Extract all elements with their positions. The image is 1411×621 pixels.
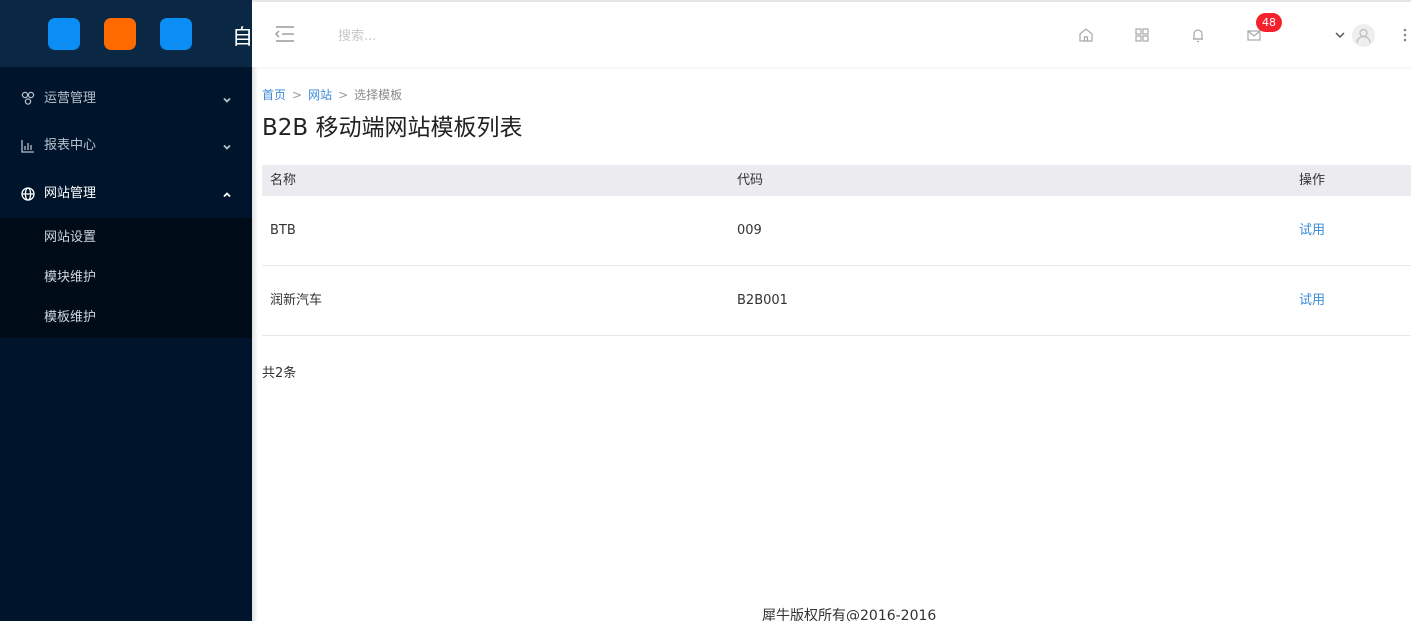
more-vertical-icon[interactable] <box>1402 26 1408 44</box>
sidebar-item-label: 运营管理 <box>44 91 97 106</box>
chevron-down-icon <box>223 97 231 103</box>
submenu-item-label: 网站设置 <box>44 230 97 245</box>
logo-square-blue-2 <box>160 18 192 50</box>
logo-square-orange <box>104 18 136 50</box>
top-header: 48 <box>252 0 1411 67</box>
apps-grid-icon[interactable] <box>1133 26 1151 44</box>
user-icon <box>1356 28 1371 44</box>
breadcrumb-home[interactable]: 首页 <box>262 88 286 102</box>
sidebar-item-reports[interactable]: 报表中心 <box>0 122 252 170</box>
submenu-item-template-maintenance[interactable]: 模板维护 <box>0 298 252 338</box>
trial-link[interactable]: 试用 <box>1299 291 1325 311</box>
total-count: 共2条 <box>262 366 297 381</box>
globe-icon <box>21 187 35 201</box>
column-header-name: 名称 <box>270 173 297 188</box>
cell-name: BTB <box>270 223 296 238</box>
sidebar-shadow <box>252 0 258 621</box>
search-input[interactable] <box>338 24 598 48</box>
footer-copyright: 犀牛版权所有@2016-2016 <box>762 608 937 621</box>
cell-name: 润新汽车 <box>270 293 323 308</box>
sidebar-logo-area: 自 <box>0 0 252 67</box>
nodes-icon <box>21 91 35 105</box>
mail-badge: 48 <box>1256 13 1282 32</box>
sidebar-item-label: 网站管理 <box>44 186 97 201</box>
submenu-item-label: 模板维护 <box>44 310 97 325</box>
sidebar: 自 运营管理 报表中心 网站管理 网站设置 模块维护 模板维护 <box>0 0 252 621</box>
home-icon[interactable] <box>1077 26 1095 44</box>
breadcrumb-current: 选择模板 <box>354 88 403 102</box>
table-row: 润新汽车 B2B001 试用 <box>262 266 1411 336</box>
trial-link[interactable]: 试用 <box>1299 221 1325 241</box>
logo-square-blue <box>48 18 80 50</box>
table-row: BTB 009 试用 <box>262 196 1411 266</box>
page-title: B2B 移动端网站模板列表 <box>262 115 523 141</box>
column-header-code: 代码 <box>737 173 764 188</box>
breadcrumb-separator: > <box>338 88 349 102</box>
cell-code: B2B001 <box>737 293 788 308</box>
breadcrumb-separator: > <box>292 88 303 102</box>
chevron-up-icon <box>223 192 231 198</box>
column-header-action: 操作 <box>1299 173 1326 188</box>
cell-code: 009 <box>737 223 762 238</box>
bell-icon[interactable] <box>1189 26 1207 44</box>
menu-collapse-icon[interactable] <box>274 24 296 44</box>
chevron-down-icon <box>223 144 231 150</box>
submenu-item-label: 模块维护 <box>44 270 97 285</box>
template-table: 名称 代码 操作 BTB 009 试用 润新汽车 B2B001 试用 <box>262 165 1411 336</box>
submenu-item-site-settings[interactable]: 网站设置 <box>0 218 252 258</box>
avatar[interactable] <box>1352 24 1375 47</box>
website-submenu: 网站设置 模块维护 模板维护 <box>0 218 252 338</box>
bar-chart-icon <box>21 140 34 153</box>
sidebar-item-website[interactable]: 网站管理 <box>0 170 252 218</box>
sidebar-item-operations[interactable]: 运营管理 <box>0 75 252 123</box>
breadcrumb: 首页 > 网站 > 选择模板 <box>262 86 402 104</box>
submenu-item-module-maintenance[interactable]: 模块维护 <box>0 258 252 298</box>
sidebar-item-label: 报表中心 <box>44 138 97 153</box>
brand-text: 自 <box>232 25 252 49</box>
chevron-down-icon[interactable] <box>1334 29 1346 41</box>
breadcrumb-website[interactable]: 网站 <box>308 88 332 102</box>
table-header: 名称 代码 操作 <box>262 165 1411 196</box>
